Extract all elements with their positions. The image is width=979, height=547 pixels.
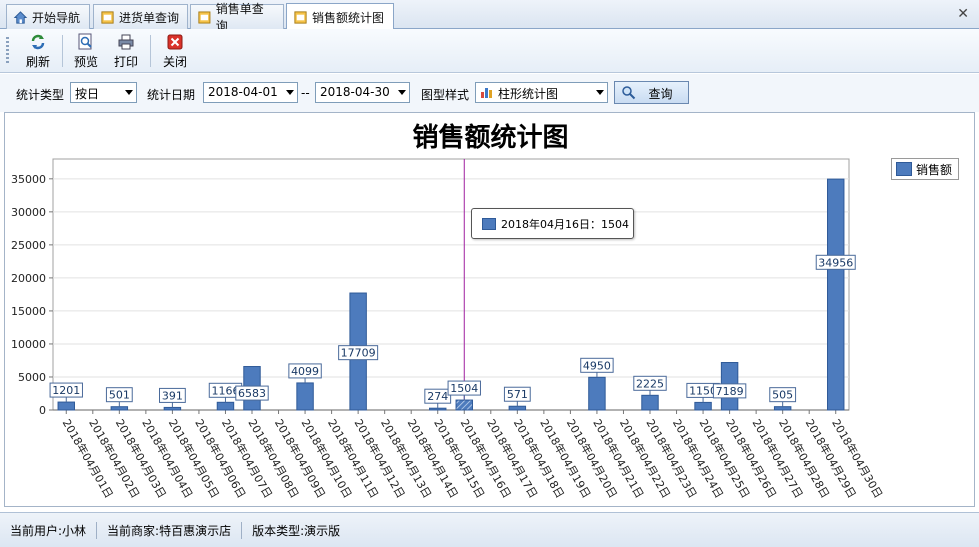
bar xyxy=(827,178,845,411)
data-label: 1166 xyxy=(211,384,239,397)
chart-style-value: 柱形统计图 xyxy=(498,87,559,101)
refresh-icon xyxy=(31,34,45,50)
legend-swatch xyxy=(896,162,912,176)
tab-purchase-query[interactable]: 进货单查询 xyxy=(93,4,188,29)
chevron-down-icon[interactable] xyxy=(286,90,294,95)
bar xyxy=(296,382,314,411)
status-bar: 当前用户:小林 当前商家:特百惠演示店 版本类型:演示版 xyxy=(0,512,979,547)
close-button[interactable]: 关闭 xyxy=(155,31,195,71)
data-label: 571 xyxy=(507,388,528,401)
tab-sales-query[interactable]: 销售单查询 xyxy=(190,2,284,33)
bar-chart-icon xyxy=(481,88,492,98)
tooltip-text: 2018年04月16日：1504 xyxy=(501,217,629,231)
preview-label: 预览 xyxy=(73,55,98,69)
data-label: 2225 xyxy=(636,377,664,390)
home-icon xyxy=(13,10,28,24)
bar xyxy=(429,407,447,411)
y-tick-label: 35000 xyxy=(11,173,46,186)
data-label: 501 xyxy=(109,389,130,402)
chevron-down-icon[interactable] xyxy=(596,90,604,95)
chart-style-select[interactable]: 柱形统计图 xyxy=(475,82,608,103)
document-icon xyxy=(294,10,307,24)
chevron-down-icon[interactable] xyxy=(398,90,406,95)
tab-label: 销售额统计图 xyxy=(312,10,385,25)
date-from-picker[interactable]: 2018-04-01 xyxy=(203,82,298,103)
filter-bar: 统计类型 按日 统计日期 2018-04-01 -- 2018-04-30 图型… xyxy=(0,74,979,112)
document-tab-bar: 开始导航 进货单查询 销售单查询 销售额统计图 ✕ xyxy=(0,0,979,33)
stat-type-select[interactable]: 按日 xyxy=(70,82,137,103)
y-tick-label: 20000 xyxy=(11,272,46,285)
bar xyxy=(773,406,792,411)
close-icon xyxy=(167,34,183,50)
data-label: 34956 xyxy=(818,256,853,269)
print-button[interactable]: 打印 xyxy=(106,31,146,71)
y-tick-label: 15000 xyxy=(11,305,46,318)
y-tick-label: 5000 xyxy=(18,371,46,384)
close-label: 关闭 xyxy=(162,55,187,69)
tab-sales-chart[interactable]: 销售额统计图 xyxy=(286,3,394,30)
search-icon xyxy=(622,86,636,100)
data-label: 4950 xyxy=(583,359,611,372)
y-tick-label: 10000 xyxy=(11,338,46,351)
data-label: 505 xyxy=(772,389,793,402)
data-label: 7189 xyxy=(716,385,744,398)
tab-start-nav[interactable]: 开始导航 xyxy=(6,4,90,29)
bar xyxy=(694,401,712,411)
bar xyxy=(641,394,659,411)
preview-icon xyxy=(78,33,92,50)
query-label: 查询 xyxy=(648,87,673,101)
close-icon[interactable]: ✕ xyxy=(957,6,969,22)
chart-panel: 销售额统计图 0 5000 10000 15000 20000 25000 30000 350… xyxy=(4,112,975,507)
date-to-picker[interactable]: 2018-04-30 xyxy=(315,82,410,103)
query-button[interactable]: 查询 xyxy=(614,81,689,104)
chart-tooltip: 2018年04月16日：1504 xyxy=(471,208,634,239)
status-user: 当前用户:小林 xyxy=(10,521,98,539)
bar xyxy=(57,401,75,411)
date-to-value: 2018-04-30 xyxy=(320,85,390,99)
document-icon xyxy=(101,10,114,24)
refresh-button[interactable]: 刷新 xyxy=(18,31,58,71)
data-label: 17709 xyxy=(341,347,376,360)
chevron-down-icon[interactable] xyxy=(125,90,133,95)
bar xyxy=(455,399,473,411)
date-separator: -- xyxy=(301,86,310,100)
tab-label: 进货单查询 xyxy=(119,10,180,25)
y-tick-label: 25000 xyxy=(11,239,46,252)
printer-icon xyxy=(118,34,134,50)
status-version: 版本类型:演示版 xyxy=(252,523,341,538)
bar xyxy=(588,376,606,411)
toolbar-separator xyxy=(62,35,63,67)
data-label: 391 xyxy=(162,389,183,402)
data-label: 1201 xyxy=(52,384,80,397)
tab-label: 开始导航 xyxy=(32,10,81,25)
print-label: 打印 xyxy=(113,55,138,69)
refresh-label: 刷新 xyxy=(25,55,50,69)
legend-label: 销售额 xyxy=(916,162,953,177)
preview-button[interactable]: 预览 xyxy=(66,31,106,71)
stat-type-label: 统计类型 xyxy=(16,88,65,102)
date-from-value: 2018-04-01 xyxy=(208,85,278,99)
data-label: 1504 xyxy=(450,382,478,395)
chart-style-label: 图型样式 xyxy=(421,88,470,102)
toolbar: 刷新 预览 打印 关闭 xyxy=(0,29,979,73)
bar xyxy=(163,406,182,411)
status-merchant: 当前商家:特百惠演示店 xyxy=(107,521,243,539)
bar xyxy=(508,405,527,411)
bar xyxy=(110,406,129,411)
stat-type-value: 按日 xyxy=(75,87,100,101)
data-label: 1150 xyxy=(689,384,717,397)
date-label: 统计日期 xyxy=(147,88,196,102)
data-label: 274 xyxy=(427,390,448,403)
y-tick-label: 0 xyxy=(39,404,46,417)
sales-bar-chart[interactable]: 0 5000 10000 15000 20000 25000 30000 35000 2018年… xyxy=(5,113,976,508)
toolbar-grip[interactable] xyxy=(6,37,9,65)
tooltip-swatch xyxy=(482,217,496,230)
data-label: 4099 xyxy=(291,365,319,378)
y-tick-label: 30000 xyxy=(11,206,46,219)
data-label: 6583 xyxy=(238,387,266,400)
chart-legend[interactable]: 销售额 xyxy=(891,158,959,180)
bar xyxy=(216,401,235,411)
document-icon xyxy=(198,10,211,24)
toolbar-separator xyxy=(150,35,151,67)
